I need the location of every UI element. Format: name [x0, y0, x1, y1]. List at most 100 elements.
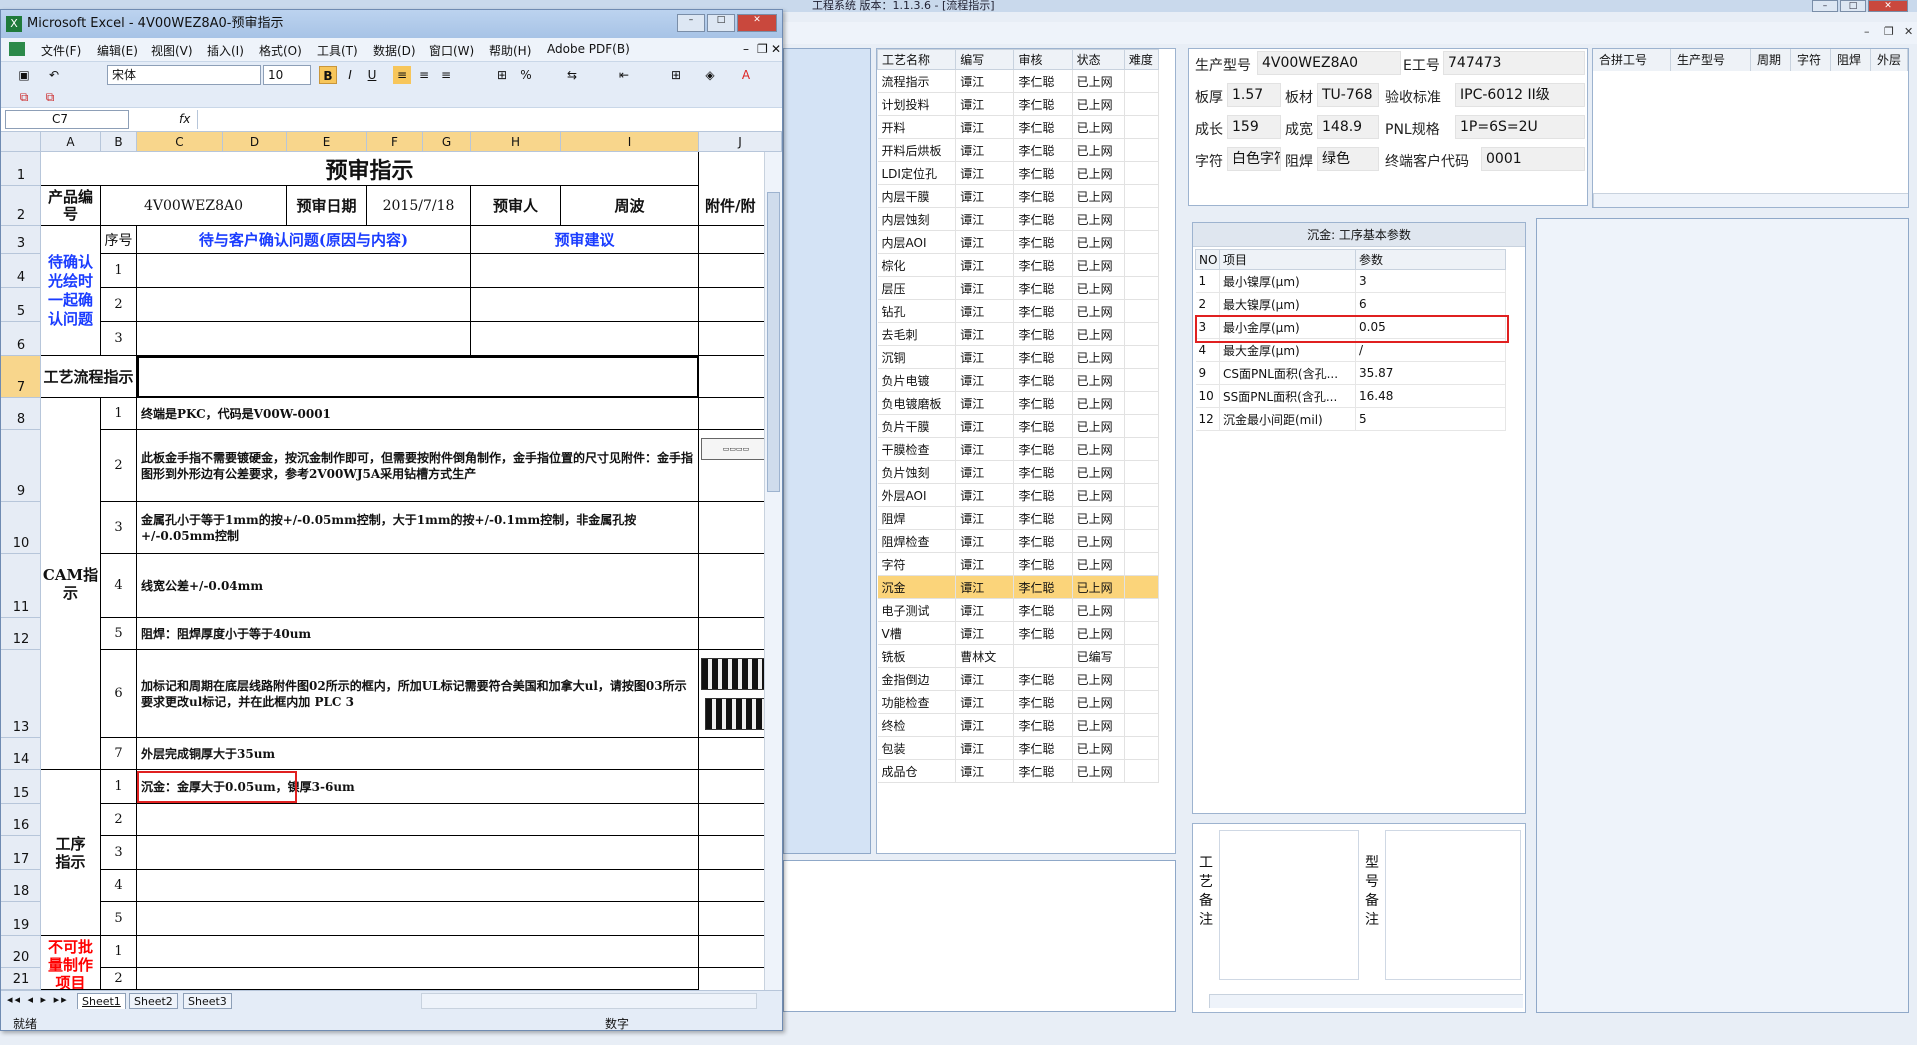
- process-row[interactable]: 阻焊检查 谭江 李仁聪 已上网: [877, 529, 1160, 553]
- indent-icon[interactable]: ⇤: [615, 66, 633, 84]
- seq-cell[interactable]: 6: [101, 650, 137, 738]
- cell[interactable]: [137, 254, 471, 288]
- row-header[interactable]: 6: [1, 322, 41, 356]
- cell[interactable]: [137, 804, 699, 836]
- sheet-tab-3[interactable]: Sheet3: [183, 993, 232, 1009]
- model-field[interactable]: 4V00WEZ8A0: [1257, 51, 1401, 75]
- cell[interactable]: [137, 870, 699, 902]
- name-box[interactable]: C7: [5, 110, 129, 129]
- process-row[interactable]: 去毛刺 谭江 李仁聪 已上网: [877, 322, 1160, 346]
- attachment-thumbnail[interactable]: ▭▭▭▭: [701, 438, 771, 460]
- material-field[interactable]: TU-768: [1317, 83, 1379, 107]
- undo-icon[interactable]: ↶: [45, 66, 63, 84]
- row-header[interactable]: 1: [1, 152, 41, 186]
- doc-restore-icon[interactable]: ❐: [757, 42, 768, 56]
- notes-area[interactable]: [783, 860, 1176, 1012]
- process-row[interactable]: 内层AOI 谭江 李仁聪 已上网: [877, 230, 1160, 254]
- process-row[interactable]: 电子测试 谭江 李仁聪 已上网: [877, 598, 1160, 622]
- process-row[interactable]: 字符 谭江 李仁聪 已上网: [877, 552, 1160, 576]
- vscroll-thumb[interactable]: [767, 192, 780, 492]
- param-row[interactable]: 9 CS面PNL面积(含孔... 35.87: [1195, 361, 1506, 385]
- selected-cell-c7[interactable]: [137, 356, 699, 398]
- cam-item[interactable]: 终端是PKC，代码是V00W-0001: [137, 398, 699, 430]
- row-header[interactable]: 11: [1, 554, 41, 618]
- process-row[interactable]: 沉铜 谭江 李仁聪 已上网: [877, 345, 1160, 369]
- italic-icon[interactable]: I: [341, 66, 359, 84]
- param-row[interactable]: 10 SS面PNL面积(含孔... 16.48: [1195, 384, 1506, 408]
- process-grid[interactable]: 工艺名称 编写 审核 状态 难度 流程指示 谭江 李仁聪 已上网 计划投料 谭江 李仁聪 已上网 开料谭…: [876, 48, 1176, 854]
- seq-cell[interactable]: 4: [101, 870, 137, 902]
- process-row[interactable]: 沉金 谭江 李仁聪 已上网: [877, 575, 1160, 599]
- menu-edit[interactable]: 编辑(E): [97, 42, 138, 59]
- fx-icon[interactable]: fx: [179, 112, 190, 126]
- process-row[interactable]: 干膜检查 谭江 李仁聪 已上网: [877, 437, 1160, 461]
- seq-cell[interactable]: 3: [101, 322, 137, 356]
- review-date-label[interactable]: 预审日期: [287, 186, 367, 226]
- process-col-header[interactable]: 审核: [1013, 49, 1073, 70]
- mask-field[interactable]: 绿色: [1317, 147, 1379, 171]
- mdi-minimize-icon[interactable]: –: [1864, 25, 1870, 38]
- width-field[interactable]: 148.9: [1317, 115, 1379, 139]
- pending-confirm-label[interactable]: 待确认光绘时一起确认问题: [41, 226, 101, 356]
- standard-field[interactable]: IPC-6012 II级: [1455, 83, 1585, 107]
- confirm-issue-header[interactable]: 待与客户确认问题(原因与内容): [137, 226, 471, 254]
- process-row[interactable]: 层压 谭江 李仁聪 已上网: [877, 276, 1160, 300]
- merge-col-header[interactable]: 周期: [1751, 49, 1791, 71]
- seq-header[interactable]: 序号: [101, 226, 137, 254]
- sheet-vscrollbar[interactable]: [764, 152, 782, 990]
- row-header[interactable]: 19: [1, 902, 41, 936]
- sheet-tab-1[interactable]: Sheet1: [77, 993, 126, 1009]
- menu-insert[interactable]: 插入(I): [207, 42, 244, 59]
- process-row[interactable]: 负片电镀 谭江 李仁聪 已上网: [877, 368, 1160, 392]
- process-col-header[interactable]: 编写: [955, 49, 1015, 70]
- thickness-field[interactable]: 1.57: [1227, 83, 1281, 107]
- select-all-corner[interactable]: [1, 132, 41, 152]
- align-right-icon[interactable]: ≡: [437, 66, 455, 84]
- col-header[interactable]: J: [699, 132, 782, 152]
- borders-icon[interactable]: ⊞: [667, 66, 685, 84]
- sheet-nav-icons[interactable]: ◂◂ ◂ ▸ ▸▸: [7, 993, 69, 1006]
- process-col-header[interactable]: 难度: [1123, 49, 1160, 70]
- merge-col-header[interactable]: 合拼工号: [1593, 49, 1671, 71]
- col-header[interactable]: H: [471, 132, 561, 152]
- review-date-value[interactable]: 2015/7/18: [367, 186, 471, 226]
- maximize-icon[interactable]: □: [1840, 0, 1866, 12]
- merge-hscrollbar[interactable]: [1593, 193, 1908, 207]
- row-header[interactable]: 21: [1, 968, 41, 990]
- col-header[interactable]: E: [287, 132, 367, 152]
- param-row[interactable]: 1 最小镍厚(μm) 3: [1195, 269, 1506, 293]
- menu-format[interactable]: 格式(O): [259, 42, 302, 59]
- cell[interactable]: [137, 902, 699, 936]
- pnl-field[interactable]: 1P=6S=2U: [1455, 115, 1585, 139]
- percent-icon[interactable]: %: [517, 66, 535, 84]
- process-row[interactable]: 负电镀磨板 谭江 李仁聪 已上网: [877, 391, 1160, 415]
- bold-icon[interactable]: B: [319, 66, 337, 84]
- col-header[interactable]: I: [561, 132, 699, 152]
- row-header[interactable]: 13: [1, 650, 41, 738]
- process-row[interactable]: 金指倒边 谭江 李仁聪 已上网: [877, 667, 1160, 691]
- col-header[interactable]: G: [423, 132, 471, 152]
- row-header[interactable]: 16: [1, 804, 41, 836]
- cell[interactable]: [137, 968, 699, 990]
- row-header[interactable]: 4: [1, 254, 41, 288]
- cam-item[interactable]: 阻焊：阻焊厚度小于等于40um: [137, 618, 699, 650]
- process-row[interactable]: 成品仓 谭江 李仁聪 已上网: [877, 759, 1160, 783]
- doc-close-icon[interactable]: ✕: [771, 42, 781, 56]
- decimal-icon[interactable]: ⇆: [563, 66, 581, 84]
- process-col-header[interactable]: 工艺名称: [876, 49, 957, 70]
- process-row[interactable]: 铣板 曹林文 已编写: [877, 644, 1160, 668]
- attachment-thumbnail[interactable]: [701, 658, 771, 690]
- row-header[interactable]: 14: [1, 738, 41, 770]
- merge-center-icon[interactable]: ⊞: [493, 66, 511, 84]
- sheet-hscrollbar[interactable]: [421, 993, 757, 1009]
- params-col-item[interactable]: 项目: [1219, 249, 1356, 270]
- font-size-select[interactable]: 10: [263, 65, 311, 85]
- align-center-icon[interactable]: ≡: [415, 66, 433, 84]
- col-header[interactable]: F: [367, 132, 423, 152]
- reviewer-value[interactable]: 周波: [561, 186, 699, 226]
- model-remark-textarea[interactable]: [1385, 830, 1521, 980]
- menu-window[interactable]: 窗口(W): [429, 42, 474, 59]
- cam-item[interactable]: 加标记和周期在底层线路附件图02所示的框内，所加UL标记需要符合美国和加拿大ul…: [137, 650, 699, 738]
- process-row[interactable]: 外层AOI 谭江 李仁聪 已上网: [877, 483, 1160, 507]
- process-row[interactable]: 棕化 谭江 李仁聪 已上网: [877, 253, 1160, 277]
